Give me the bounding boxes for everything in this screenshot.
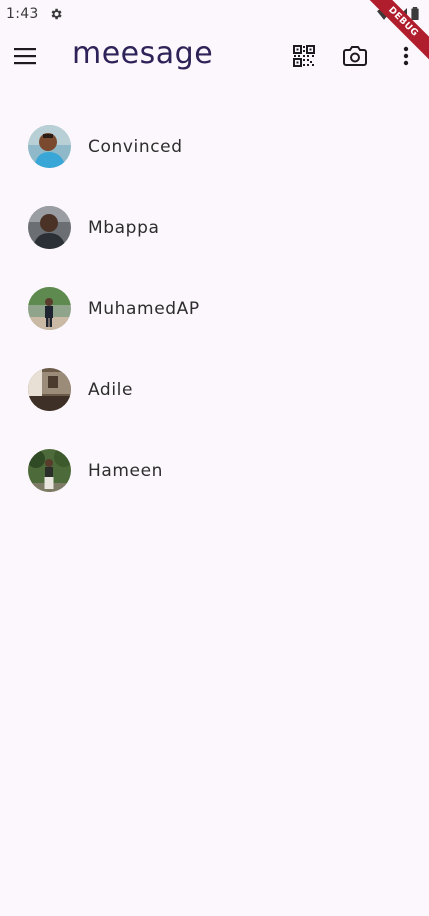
qr-code-icon [293, 45, 315, 67]
status-time: 1:43 [6, 6, 39, 22]
contact-name: Hameen [88, 460, 164, 481]
chat-list: Convinced Mbappa MuhamedAP Adile Hameen [0, 106, 429, 511]
battery-icon [411, 7, 419, 20]
wifi-icon [377, 7, 391, 20]
qr-scan-button[interactable] [280, 32, 328, 80]
menu-icon [14, 48, 36, 65]
contact-name: Mbappa [88, 217, 160, 238]
camera-icon [343, 46, 367, 66]
more-vert-icon [403, 46, 409, 66]
status-indicators [377, 7, 419, 20]
contact-name: MuhamedAP [88, 298, 200, 319]
chat-list-item[interactable]: Hameen [0, 430, 429, 511]
chat-list-item[interactable]: Convinced [0, 106, 429, 187]
app-bar: meesage [0, 28, 429, 84]
avatar [28, 125, 71, 168]
more-options-button[interactable] [382, 32, 429, 80]
settings-gear-icon [51, 8, 62, 20]
chat-list-item[interactable]: MuhamedAP [0, 268, 429, 349]
chat-list-item[interactable]: Mbappa [0, 187, 429, 268]
camera-button[interactable] [331, 32, 379, 80]
avatar [28, 449, 71, 492]
signal-icon [395, 7, 407, 20]
status-bar: 1:43 [0, 0, 429, 28]
menu-button[interactable] [1, 32, 49, 80]
avatar [28, 287, 71, 330]
avatar [28, 368, 71, 411]
contact-name: Convinced [88, 136, 183, 157]
avatar [28, 206, 71, 249]
contact-name: Adile [88, 379, 134, 400]
app-title: meesage [72, 36, 214, 71]
chat-list-item[interactable]: Adile [0, 349, 429, 430]
